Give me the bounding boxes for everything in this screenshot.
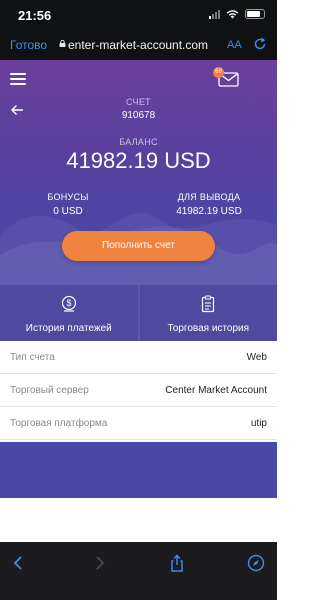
trade-history-tile[interactable]: Торговая история xyxy=(139,285,277,341)
browser-back-icon[interactable] xyxy=(10,554,28,572)
text-size-button[interactable]: AA xyxy=(227,39,242,51)
status-icons xyxy=(209,9,265,19)
battery-icon xyxy=(245,9,265,19)
balance-label: БАЛАНС xyxy=(119,137,158,147)
account-number: 910678 xyxy=(121,110,156,121)
row-value: Center Market Account xyxy=(165,384,267,396)
topup-button[interactable]: Пополнить счет xyxy=(62,231,215,261)
row-value: Web xyxy=(246,351,267,363)
menu-icon[interactable] xyxy=(10,73,26,85)
row-key: Торговая платформа xyxy=(10,417,108,429)
svg-text:$: $ xyxy=(66,298,71,308)
browser-forward-icon[interactable] xyxy=(90,554,108,572)
trade-history-label: Торговая история xyxy=(167,323,250,334)
bonus-label: БОНУСЫ xyxy=(47,192,89,202)
lock-icon xyxy=(59,40,66,47)
account-label: СЧЕТ xyxy=(126,97,151,107)
payment-history-label: История платежей xyxy=(25,323,112,334)
row-key: Торговый сервер xyxy=(10,384,89,396)
dollar-coin-icon: $ xyxy=(61,295,76,312)
trade-platform-row: Торговая платформа utip xyxy=(0,407,277,440)
footer-band xyxy=(0,442,277,498)
reload-icon[interactable] xyxy=(253,37,267,51)
action-tiles: $ История платежей Торговая история xyxy=(0,285,277,341)
trade-server-row: Торговый сервер Center Market Account xyxy=(0,374,277,407)
wifi-icon xyxy=(226,10,239,19)
url-field[interactable]: enter-market-account.com xyxy=(68,38,228,52)
done-button[interactable]: Готово xyxy=(10,38,47,52)
compass-icon[interactable] xyxy=(247,554,265,572)
browser-toolbar xyxy=(0,542,277,600)
balance-value: 41982.19 USD xyxy=(66,148,211,173)
status-bar: 21:56 xyxy=(0,0,277,30)
account-info-list: Тип счета Web Торговый сервер Center Mar… xyxy=(0,341,277,440)
cellular-signal-icon xyxy=(209,9,220,19)
share-icon[interactable] xyxy=(168,554,186,572)
browser-url-bar: Готово enter-market-account.com AA xyxy=(0,30,277,60)
withdraw-label: ДЛЯ ВЫВОДА xyxy=(177,192,241,202)
payment-history-tile[interactable]: $ История платежей xyxy=(0,285,138,341)
withdraw-value: 41982.19 USD xyxy=(176,206,242,217)
notification-badge: 68 xyxy=(213,67,224,78)
row-key: Тип счета xyxy=(10,351,55,363)
bonus-value: 0 USD xyxy=(53,206,83,217)
clipboard-icon xyxy=(202,295,215,313)
row-value: utip xyxy=(250,417,267,429)
account-type-row: Тип счета Web xyxy=(0,341,277,374)
status-time: 21:56 xyxy=(18,8,52,23)
